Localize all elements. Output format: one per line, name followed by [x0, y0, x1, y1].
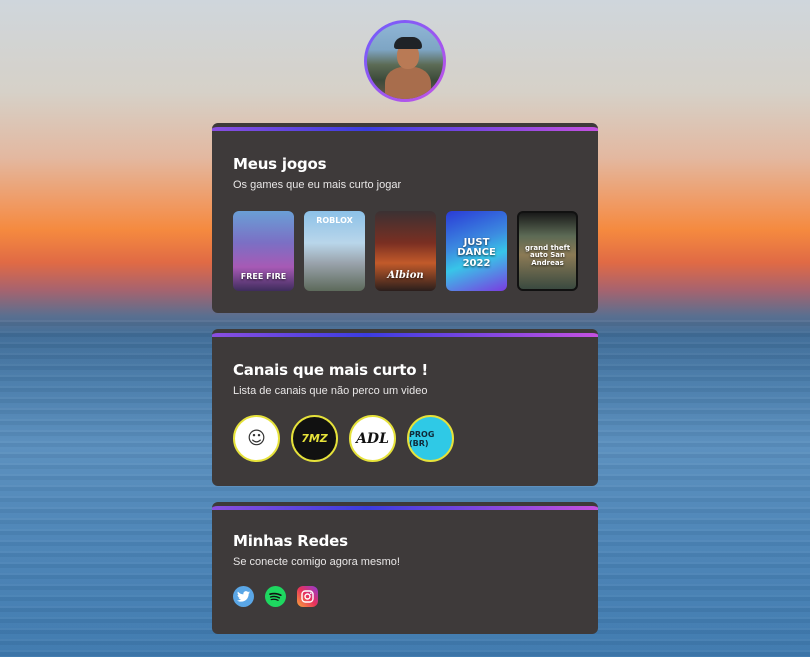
game-roblox[interactable]: ROBLOX — [304, 211, 365, 291]
social-links — [233, 586, 318, 607]
channel-avatar-adl[interactable]: ADL — [349, 415, 396, 462]
game-just-dance[interactable]: JUST DANCE 2022 — [446, 211, 507, 291]
twitter-icon[interactable] — [233, 586, 254, 607]
games-list: FREE FIRE ROBLOX Albion JUST DANCE 2022 … — [233, 211, 578, 291]
game-albion[interactable]: Albion — [375, 211, 436, 291]
channel-logo: ☺ — [247, 428, 266, 449]
instagram-icon[interactable] — [297, 586, 318, 607]
game-free-fire[interactable]: FREE FIRE — [233, 211, 294, 291]
channel-avatar-1[interactable]: ☺ — [233, 415, 280, 462]
game-gta-san-andreas[interactable]: grand theft auto San Andreas — [517, 211, 578, 291]
socials-card-title: Minhas Redes — [233, 532, 348, 550]
socials-card-subtitle: Se conecte comigo agora mesmo! — [233, 556, 400, 568]
channel-avatar-7mz[interactable]: 7MZ — [291, 415, 338, 462]
channel-logo: PROG (BR) — [409, 429, 435, 448]
channels-list: ☺ 7MZ ADL PROG (BR) — [233, 415, 454, 462]
game-label: grand theft auto San Andreas — [524, 243, 571, 267]
channels-card-subtitle: Lista de canais que não perco um video — [233, 385, 428, 397]
socials-card: Minhas Redes Se conecte comigo agora mes… — [212, 502, 598, 634]
game-label: Albion — [387, 269, 424, 281]
game-label: FREE FIRE — [240, 271, 287, 281]
games-card-subtitle: Os games que eu mais curto jogar — [233, 179, 402, 191]
games-card: Meus jogos Os games que eu mais curto jo… — [212, 123, 598, 313]
channel-logo: ADL — [356, 430, 389, 447]
game-label: ROBLOX — [316, 216, 353, 225]
channels-card: Canais que mais curto ! Lista de canais … — [212, 329, 598, 486]
avatar[interactable] — [364, 20, 446, 102]
games-card-title: Meus jogos — [233, 155, 327, 173]
spotify-icon[interactable] — [265, 586, 286, 607]
profile-photo — [367, 23, 443, 99]
channels-card-title: Canais que mais curto ! — [233, 361, 428, 379]
game-label: JUST DANCE 2022 — [457, 236, 496, 269]
channel-logo: 7MZ — [301, 432, 328, 445]
channel-avatar-prog-br[interactable]: PROG (BR) — [407, 415, 454, 462]
